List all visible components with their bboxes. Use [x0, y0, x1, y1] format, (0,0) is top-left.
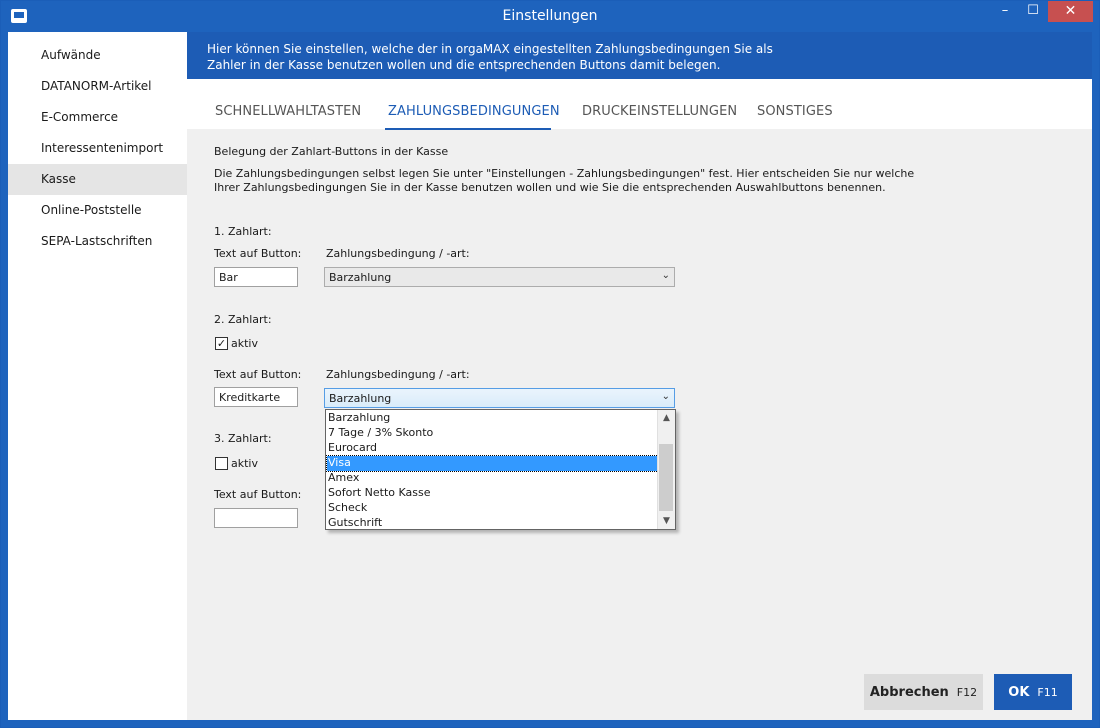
dropdown-option[interactable]: 7 Tage / 3% Skonto: [327, 426, 658, 441]
dropdown-scrollbar[interactable]: ▲ ▼: [657, 410, 675, 529]
sidebar-item-interessentenimport[interactable]: Interessentenimport: [8, 133, 187, 164]
dropdown-option-selected[interactable]: Visa: [326, 455, 659, 472]
zahlart1-cond-value: Barzahlung: [329, 271, 392, 284]
cancel-button[interactable]: Abbrechen F12: [864, 674, 983, 710]
ok-shortcut: F11: [1037, 686, 1058, 699]
zahlart3-title: 3. Zahlart:: [214, 432, 272, 445]
zahlart3-active-checkbox[interactable]: [215, 457, 228, 470]
sidebar-item-sepa[interactable]: SEPA-Lastschriften: [8, 226, 187, 257]
close-button[interactable]: ✕: [1048, 1, 1093, 22]
zahlart1-title: 1. Zahlart:: [214, 225, 272, 238]
zahlart2-cond-dropdown-list[interactable]: Barzahlung 7 Tage / 3% Skonto Eurocard V…: [325, 409, 676, 530]
info-banner-text: Hier können Sie einstellen, welche der i…: [207, 42, 773, 72]
section-description: Die Zahlungsbedingungen selbst legen Sie…: [214, 167, 915, 194]
maximize-button[interactable]: ☐: [1019, 1, 1047, 22]
dropdown-option[interactable]: Scheck: [327, 501, 658, 516]
sidebar: Aufwände DATANORM-Artikel E-Commerce Int…: [8, 32, 187, 720]
zahlart2-cond-select[interactable]: Barzahlung ⌄: [324, 388, 675, 408]
tab-schnellwahltasten[interactable]: SCHNELLWAHLTASTEN: [215, 104, 361, 119]
zahlart1-cond-select[interactable]: Barzahlung ⌄: [324, 267, 675, 287]
sidebar-item-datanorm[interactable]: DATANORM-Artikel: [8, 71, 187, 102]
section-heading: Belegung der Zahlart-Buttons in der Kass…: [214, 145, 449, 158]
tab-bar: SCHNELLWAHLTASTEN ZAHLUNGSBEDINGUNGEN DR…: [187, 79, 1092, 130]
zahlart1-text-input[interactable]: Bar: [214, 267, 298, 287]
zahlart3-text-input[interactable]: [214, 508, 298, 528]
scroll-thumb[interactable]: [659, 444, 673, 511]
dropdown-option[interactable]: Barzahlung: [327, 411, 658, 426]
sidebar-item-online-poststelle[interactable]: Online-Poststelle: [8, 195, 187, 226]
zahlart2-active-checkbox[interactable]: ✓: [215, 337, 228, 350]
ok-button-label: OK: [1008, 685, 1030, 700]
active-tab-indicator: [385, 128, 551, 130]
window-title: Einstellungen: [502, 8, 598, 24]
chevron-down-icon: ⌄: [661, 270, 670, 281]
tab-zahlungsbedingungen[interactable]: ZAHLUNGSBEDINGUNGEN: [388, 104, 560, 119]
dropdown-option[interactable]: Eurocard: [327, 441, 658, 456]
settings-window: Einstellungen – ☐ ✕ Aufwände DATANORM-Ar…: [0, 0, 1100, 728]
dropdown-option[interactable]: Amex: [327, 471, 658, 486]
zahlart1-text-label: Text auf Button:: [214, 247, 302, 260]
title-bar[interactable]: Einstellungen – ☐ ✕: [1, 1, 1099, 32]
zahlart2-cond-label: Zahlungsbedingung / -art:: [326, 368, 470, 381]
dropdown-option[interactable]: Gutschrift: [327, 516, 658, 531]
zahlart2-text-label: Text auf Button:: [214, 368, 302, 381]
zahlart3-active-label: aktiv: [231, 457, 258, 470]
cancel-shortcut: F12: [956, 686, 978, 699]
zahlart2-text-input[interactable]: Kreditkarte: [214, 387, 298, 407]
tab-druckeinstellungen[interactable]: DRUCKEINSTELLUNGEN: [582, 104, 737, 119]
cancel-button-label: Abbrechen: [869, 685, 949, 700]
scroll-up-icon[interactable]: ▲: [658, 410, 675, 426]
zahlart2-cond-value: Barzahlung: [329, 392, 392, 405]
sidebar-item-aufwaende[interactable]: Aufwände: [8, 40, 187, 71]
sidebar-item-kasse[interactable]: Kasse: [8, 164, 187, 195]
main-panel: Hier können Sie einstellen, welche der i…: [187, 32, 1092, 720]
scroll-down-icon[interactable]: ▼: [658, 513, 675, 529]
tab-sonstiges[interactable]: SONSTIGES: [757, 104, 833, 119]
info-banner: Hier können Sie einstellen, welche der i…: [187, 32, 1092, 79]
minimize-button[interactable]: –: [991, 1, 1019, 22]
zahlart2-title: 2. Zahlart:: [214, 313, 272, 326]
zahlart3-text-label: Text auf Button:: [214, 488, 302, 501]
zahlart1-cond-label: Zahlungsbedingung / -art:: [326, 247, 470, 260]
dropdown-option[interactable]: Sofort Netto Kasse: [327, 486, 658, 501]
sidebar-item-ecommerce[interactable]: E-Commerce: [8, 102, 187, 133]
chevron-down-icon: ⌄: [661, 391, 670, 402]
ok-button[interactable]: OK F11: [994, 674, 1072, 710]
zahlart2-active-label: aktiv: [231, 337, 258, 350]
